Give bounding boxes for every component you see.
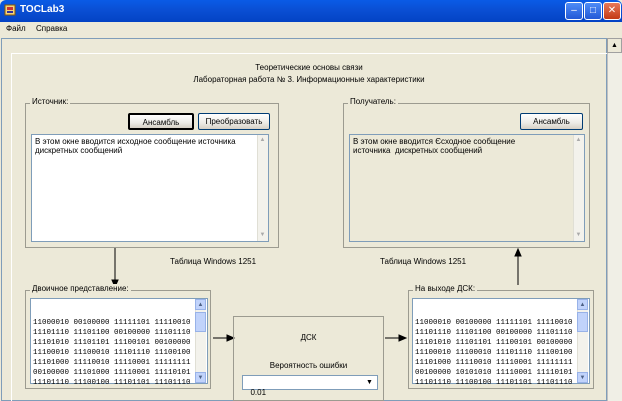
binary-line: 11101010 11101101 11100101 00100000 [33, 339, 191, 347]
binary-lines: 11000010 00100000 11111101 11110010 11101… [33, 318, 205, 388]
binary-line: 11000010 00100000 11111101 11110010 [33, 319, 191, 327]
scroll-down-icon[interactable]: ▼ [195, 372, 206, 383]
error-probability-value: 0.01 [250, 388, 267, 397]
arrow-down-source-to-binary [111, 248, 119, 289]
dsk-title: ДСК [300, 333, 317, 342]
output-line: 11101000 11110010 11110001 11111111 [415, 359, 573, 367]
output-text-area[interactable]: 11000010 00100000 11111101 11110010 11101… [412, 298, 590, 387]
arrow-right-binary-to-dsk [213, 334, 236, 342]
output-line: 11000010 00100000 11111101 11110010 [415, 319, 573, 327]
scroll-up-icon[interactable]: ▲ [577, 299, 588, 310]
arrow-right-dsk-to-output [385, 334, 408, 342]
output-label: На выходе ДСК: [413, 284, 478, 293]
scroll-up-icon[interactable]: ▲ [195, 299, 206, 310]
output-line: 11101110 11100100 11101101 11101110 [415, 379, 573, 387]
binary-text-area[interactable]: 11000010 00100000 11111101 11110010 11101… [30, 298, 208, 387]
output-lines: 11000010 00100000 11111101 11110010 11101… [415, 318, 587, 388]
binary-line: 11100010 11100010 11101110 11100100 [33, 349, 191, 357]
output-scroll-thumb[interactable] [577, 312, 588, 332]
binary-line: 11101110 11100100 11101101 11101110 [33, 379, 191, 387]
scroll-down-icon[interactable]: ▼ [577, 372, 588, 383]
chevron-down-icon[interactable]: ▼ [364, 377, 375, 388]
binary-line: 00100000 11101000 11110001 11110101 [33, 369, 191, 377]
binary-label: Двоичное представление: [30, 284, 131, 293]
error-probability-select[interactable]: 0.01 [242, 375, 378, 397]
arrow-up-output-to-receiver [514, 247, 522, 285]
output-line: 11101110 11101100 00100000 11101110 [415, 329, 573, 337]
binary-line: 11101000 11110010 11110001 11111111 [33, 359, 191, 367]
output-line: 00100000 10101010 11110001 11110101 [415, 369, 573, 377]
error-probability-label: Вероятность ошибки [269, 361, 348, 370]
output-line: 11100010 11100010 11101110 11100100 [415, 349, 573, 357]
output-line: 11101010 11101101 11100101 00100000 [415, 339, 573, 347]
binary-scroll-thumb[interactable] [195, 312, 206, 332]
binary-line: 11101110 11101100 00100000 11101110 [33, 329, 191, 337]
